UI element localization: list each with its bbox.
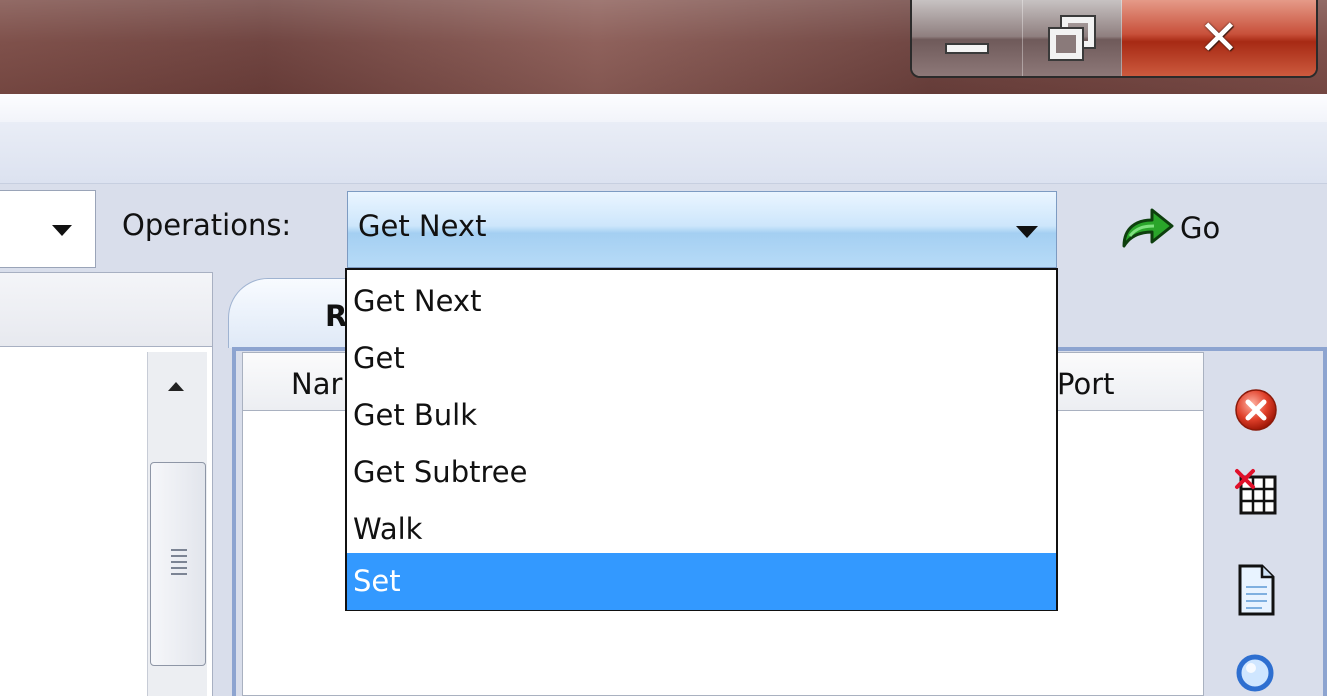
go-button[interactable]: Go xyxy=(1120,204,1220,252)
scrollbar-thumb[interactable] xyxy=(150,462,206,666)
close-button[interactable]: ✕ xyxy=(1121,0,1316,76)
restore-button[interactable] xyxy=(1022,0,1122,76)
restore-icon xyxy=(1047,15,1096,61)
dropdown-option-get-subtree[interactable]: Get Subtree xyxy=(347,444,1056,501)
clear-table-button[interactable] xyxy=(1228,464,1284,520)
host-combobox[interactable] xyxy=(0,190,96,268)
close-icon: ✕ xyxy=(1198,10,1240,66)
toolbar-strip xyxy=(0,122,1327,184)
menu-bar xyxy=(0,94,1327,122)
delete-button[interactable] xyxy=(1228,382,1284,438)
delete-icon xyxy=(1235,389,1277,431)
dropdown-option-get[interactable]: Get xyxy=(347,330,1056,387)
tab-label: R xyxy=(325,299,348,333)
dropdown-option-get-next[interactable]: Get Next xyxy=(347,273,1056,330)
window-controls: ✕ xyxy=(910,0,1318,78)
chevron-down-icon[interactable] xyxy=(1016,226,1038,238)
grip-icon xyxy=(171,549,187,577)
document-button[interactable] xyxy=(1228,562,1284,618)
operations-combobox[interactable]: Get Next xyxy=(347,191,1057,268)
dropdown-option-set[interactable]: Set xyxy=(347,553,1056,610)
minimize-icon xyxy=(944,42,989,54)
search-icon xyxy=(1236,654,1274,692)
scroll-up-icon[interactable] xyxy=(168,382,184,391)
clear-table-icon xyxy=(1235,469,1277,515)
search-button[interactable] xyxy=(1228,644,1284,696)
window-title-bar: ✕ xyxy=(0,0,1327,94)
chevron-down-icon[interactable] xyxy=(52,225,72,236)
tree-panel-header xyxy=(0,272,213,347)
side-toolbar xyxy=(1218,352,1327,696)
window-title xyxy=(352,50,672,90)
tree-scrollbar[interactable] xyxy=(147,352,207,696)
operations-selected-value: Get Next xyxy=(358,209,487,243)
document-icon xyxy=(1238,564,1275,616)
operations-dropdown-list: Get Next Get Get Bulk Get Subtree Walk S… xyxy=(345,268,1058,611)
go-label: Go xyxy=(1180,211,1221,245)
column-header-port[interactable]: Port xyxy=(1057,367,1115,401)
dropdown-option-get-bulk[interactable]: Get Bulk xyxy=(347,387,1056,444)
go-arrow-icon xyxy=(1122,208,1174,248)
operations-label: Operations: xyxy=(122,208,292,242)
column-header-name[interactable]: Nar xyxy=(291,367,342,401)
dropdown-option-walk[interactable]: Walk xyxy=(347,501,1056,558)
minimize-button[interactable] xyxy=(912,0,1023,76)
